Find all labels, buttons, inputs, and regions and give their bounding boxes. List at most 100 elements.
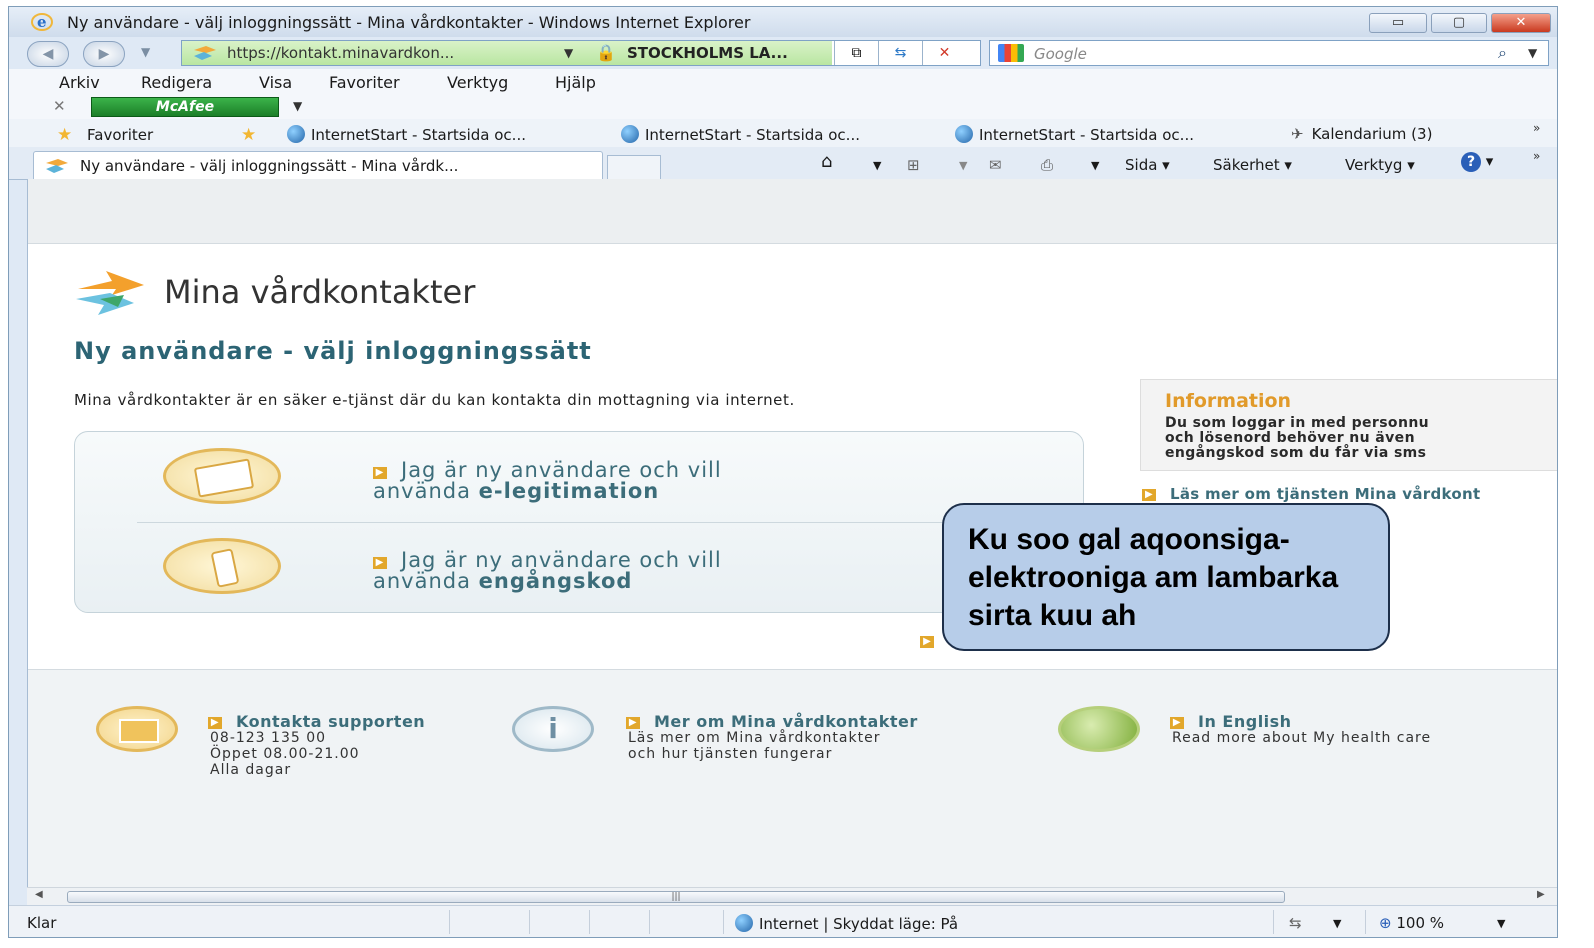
- more-info-title: Mer om Mina vårdkontakter: [654, 712, 918, 731]
- home-icon[interactable]: ⌂: [821, 151, 832, 172]
- read-more-label: Läs mer om tjänsten Mina vårdkont: [1170, 485, 1481, 503]
- back-button[interactable]: ◀: [27, 41, 69, 67]
- search-placeholder: Google: [1034, 45, 1087, 63]
- arrow-icon[interactable]: ▶: [920, 631, 934, 650]
- intro-text: Mina vårdkontakter är en säker e-tjänst …: [74, 391, 795, 409]
- status-separator: [1273, 910, 1274, 934]
- mobile-phone-icon[interactable]: [163, 538, 281, 594]
- print-dropdown-icon[interactable]: ▼: [1091, 159, 1099, 172]
- page-content: Mina vårdkontakter Ny användare - välj i…: [27, 179, 1557, 903]
- more-info-line-1: Läs mer om Mina vårdkontakter: [628, 730, 881, 746]
- arrow-icon: ▶: [373, 557, 387, 569]
- tools-menu[interactable]: Verktyg ▾: [1345, 156, 1415, 174]
- feeds-dropdown-icon[interactable]: ▼: [959, 159, 967, 172]
- arrow-icon: ▶: [373, 467, 387, 479]
- lock-icon[interactable]: 🔒: [596, 43, 616, 62]
- scroll-left-icon[interactable]: ◀: [35, 889, 43, 900]
- menu-favoriter[interactable]: Favoriter: [329, 73, 400, 92]
- favorite-link-1[interactable]: InternetStart - Startsida oc...: [287, 125, 526, 144]
- security-zone[interactable]: Internet | Skyddat läge: På: [735, 914, 958, 933]
- menu-verktyg[interactable]: Verktyg: [447, 73, 508, 92]
- favorite-link-4[interactable]: ✈ Kalendarium (3): [1291, 125, 1432, 143]
- protected-mode-dropdown-icon[interactable]: ▼: [1333, 917, 1341, 930]
- horizontal-scrollbar[interactable]: ◀ ||| ▶: [27, 887, 1557, 906]
- mail-icon[interactable]: ✉: [989, 156, 1002, 174]
- tab-row: Ny användare - välj inloggningssätt - Mi…: [9, 147, 1557, 180]
- globe-icon: [1058, 706, 1140, 752]
- chevron-more-icon[interactable]: »: [1533, 121, 1540, 135]
- header-strip: [28, 179, 1557, 244]
- search-box[interactable]: Google ⌕ ▼: [989, 40, 1549, 66]
- read-more-link[interactable]: ▶ Läs mer om tjänsten Mina vårdkont: [1142, 485, 1480, 503]
- home-dropdown-icon[interactable]: ▼: [873, 159, 881, 172]
- print-icon[interactable]: ⎙: [1041, 156, 1053, 174]
- favorite-link-label: InternetStart - Startsida oc...: [979, 126, 1194, 144]
- minimize-button[interactable]: ▭: [1369, 13, 1427, 33]
- support-phone: 08-123 135 00: [210, 730, 327, 746]
- choice-line: använda: [373, 569, 479, 593]
- address-bar[interactable]: https://kontakt.minavardkon... ▼ 🔒 STOCK…: [181, 40, 981, 66]
- address-row: ◀ ▶ ▼ https://kontakt.minavardkon... ▼ 🔒…: [9, 37, 1557, 69]
- login-choices: ▶ Jag är ny användare och vill använda e-…: [74, 431, 1084, 613]
- favorites-button[interactable]: ★ Favoriter: [57, 125, 153, 145]
- star-icon: ★: [57, 125, 73, 145]
- close-button[interactable]: ✕: [1491, 13, 1551, 33]
- address-dropdown-icon[interactable]: ▼: [564, 46, 573, 60]
- stop-icon[interactable]: ✕: [922, 41, 966, 65]
- more-info-link[interactable]: ▶ Mer om Mina vårdkontakter: [626, 712, 918, 731]
- search-icon[interactable]: ⌕: [1498, 43, 1507, 63]
- refresh-icon[interactable]: ⇆: [878, 41, 922, 65]
- feeds-icon[interactable]: ⊞: [907, 156, 920, 174]
- choice-e-legitimation[interactable]: ▶ Jag är ny användare och vill använda e-…: [373, 460, 722, 502]
- choice-line: använda: [373, 479, 479, 503]
- support-link[interactable]: ▶ Kontakta supporten: [208, 712, 425, 731]
- arrow-icon: ▶: [1170, 717, 1184, 729]
- status-text: Klar: [27, 914, 57, 932]
- protected-mode-icon[interactable]: ⇆: [1289, 914, 1302, 932]
- zoom-dropdown-icon[interactable]: ▼: [1497, 917, 1505, 930]
- add-favorite-icon[interactable]: ★: [241, 125, 256, 145]
- mcafee-button[interactable]: McAfee: [91, 97, 279, 117]
- zoom-icon: ⊕: [1379, 914, 1392, 932]
- address-url[interactable]: https://kontakt.minavardkon...: [227, 44, 454, 62]
- scroll-right-icon[interactable]: ▶: [1537, 889, 1545, 900]
- feed-icon: ✈: [1291, 125, 1304, 143]
- page-menu[interactable]: Sida ▾: [1125, 156, 1170, 174]
- history-dropdown-icon[interactable]: ▼: [141, 45, 150, 59]
- status-separator: [449, 910, 450, 934]
- maximize-button[interactable]: ▢: [1431, 13, 1487, 33]
- search-dropdown-icon[interactable]: ▼: [1528, 46, 1537, 60]
- choice-bold: e-legitimation: [478, 479, 660, 503]
- choice-engangskod[interactable]: ▶ Jag är ny användare och vill använda en…: [373, 550, 722, 592]
- zoom-level[interactable]: ⊕ 100 %: [1379, 914, 1444, 932]
- new-tab-button[interactable]: [607, 155, 661, 179]
- scrollbar-thumb[interactable]: |||: [67, 891, 1285, 903]
- tab-label: Ny användare - välj inloggningssätt - Mi…: [80, 157, 459, 175]
- arrow-icon: ▶: [208, 717, 222, 729]
- favorite-link-label: InternetStart - Startsida oc...: [311, 126, 526, 144]
- support-hours: Öppet 08.00-21.00: [210, 746, 360, 762]
- menu-hjalp[interactable]: Hjälp: [555, 73, 596, 92]
- compatibility-icon[interactable]: ⧉: [834, 41, 878, 65]
- menu-redigera[interactable]: Redigera: [141, 73, 212, 92]
- mcafee-dropdown-icon[interactable]: ▼: [293, 99, 302, 113]
- toolbar-close-icon[interactable]: ✕: [53, 97, 66, 115]
- safety-menu[interactable]: Säkerhet ▾: [1213, 156, 1292, 174]
- forward-button[interactable]: ▶: [83, 41, 125, 67]
- favorite-link-label: InternetStart - Startsida oc...: [645, 126, 860, 144]
- chevron-more-icon[interactable]: »: [1533, 149, 1540, 163]
- in-english-title: In English: [1198, 712, 1292, 731]
- favorite-link-3[interactable]: InternetStart - Startsida oc...: [955, 125, 1194, 144]
- globe-icon: [287, 125, 305, 143]
- menu-arkiv[interactable]: Arkiv: [59, 73, 100, 92]
- brand-name: Mina vårdkontakter: [164, 273, 476, 311]
- arrow-icon: ▶: [1142, 489, 1156, 501]
- id-card-icon[interactable]: [163, 448, 281, 504]
- certificate-name[interactable]: STOCKHOLMS LA...: [627, 44, 788, 62]
- favorite-link-2[interactable]: InternetStart - Startsida oc...: [621, 125, 860, 144]
- menu-visa[interactable]: Visa: [259, 73, 292, 92]
- tab-active[interactable]: Ny användare - välj inloggningssätt - Mi…: [33, 151, 603, 179]
- help-icon[interactable]: ? ▾: [1461, 152, 1493, 172]
- svg-text:e: e: [37, 13, 47, 31]
- in-english-link[interactable]: ▶ In English: [1170, 712, 1292, 731]
